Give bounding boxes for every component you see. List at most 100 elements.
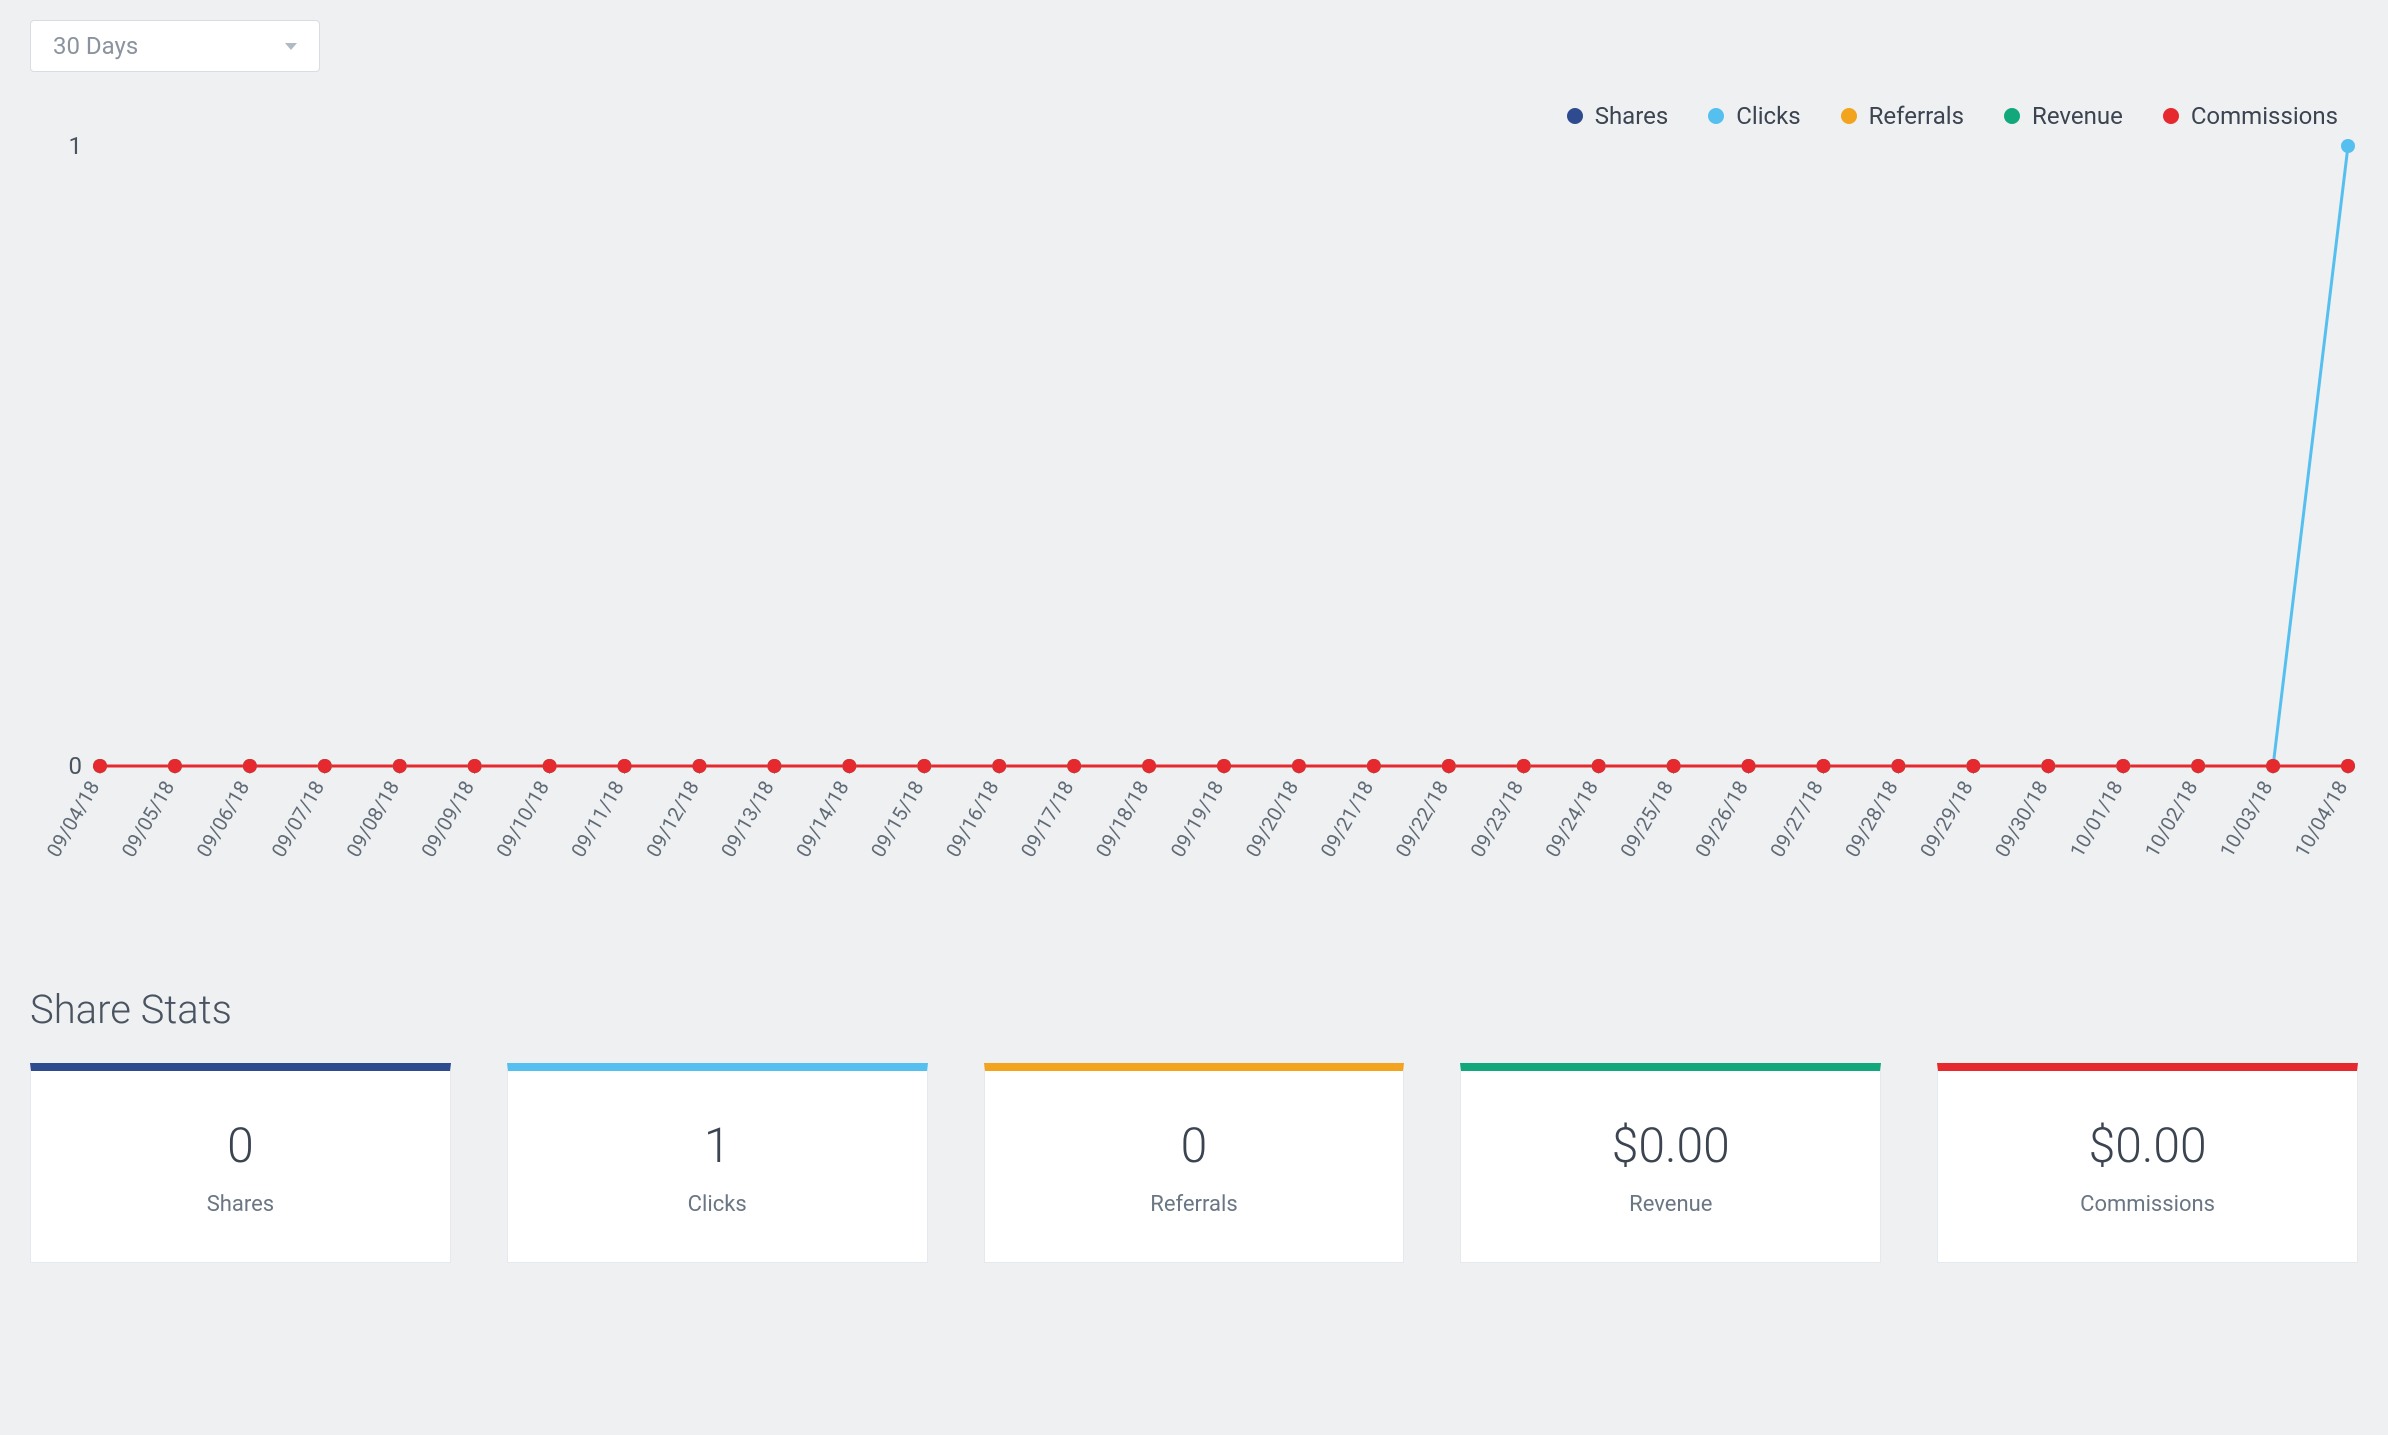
y-tick-label: 0	[69, 752, 83, 780]
series-line-clicks	[100, 146, 2348, 766]
stat-card-clicks: 1 Clicks	[507, 1063, 928, 1263]
x-tick-label: 09/06/18	[191, 777, 254, 862]
stat-cards-row: 0Shares1Clicks0Referrals$0.00Revenue$0.0…	[30, 1063, 2358, 1263]
stat-value: $0.00	[1612, 1117, 1730, 1174]
x-tick-label: 09/24/18	[1540, 777, 1603, 862]
chart-legend: Shares Clicks Referrals Revenue Commissions	[30, 102, 2358, 130]
x-tick-label: 10/04/18	[2290, 777, 2353, 862]
stat-label: Revenue	[1629, 1192, 1712, 1217]
stat-card-commissions: $0.00 Commissions	[1937, 1063, 2358, 1263]
x-tick-label: 09/11/18	[566, 777, 629, 862]
x-tick-label: 09/12/18	[641, 777, 704, 862]
legend-dot-icon	[2163, 108, 2179, 124]
series-point-commissions[interactable]	[842, 759, 856, 773]
series-point-commissions[interactable]	[1891, 759, 1905, 773]
series-point-commissions[interactable]	[1367, 759, 1381, 773]
x-tick-label: 09/28/18	[1840, 777, 1903, 862]
series-point-commissions[interactable]	[1816, 759, 1830, 773]
series-point-commissions[interactable]	[1966, 759, 1980, 773]
series-point-commissions[interactable]	[318, 759, 332, 773]
series-point-commissions[interactable]	[917, 759, 931, 773]
legend-label: Referrals	[1869, 102, 1964, 130]
series-point-commissions[interactable]	[1442, 759, 1456, 773]
series-point-commissions[interactable]	[243, 759, 257, 773]
stat-value: 0	[1181, 1117, 1208, 1174]
chart-container: SharesClicksReferralsRevenueCommissions …	[30, 102, 2358, 876]
series-point-commissions[interactable]	[2041, 759, 2055, 773]
x-tick-label: 09/17/18	[1016, 777, 1079, 862]
series-point-commissions[interactable]	[692, 759, 706, 773]
stat-value: 1	[704, 1117, 731, 1174]
x-tick-label: 09/25/18	[1615, 777, 1678, 862]
x-tick-label: 09/19/18	[1166, 777, 1229, 862]
series-point-commissions[interactable]	[2191, 759, 2205, 773]
stat-label: Commissions	[2080, 1192, 2215, 1217]
series-point-commissions[interactable]	[1142, 759, 1156, 773]
chevron-down-icon	[285, 43, 297, 50]
x-tick-label: 10/01/18	[2065, 777, 2128, 862]
series-point-commissions[interactable]	[1217, 759, 1231, 773]
dashboard-page: 30 Days Shares Clicks Referrals Revenue Comm…	[0, 0, 2388, 1303]
stat-value: 0	[227, 1117, 254, 1174]
stat-card-revenue: $0.00 Revenue	[1460, 1063, 1881, 1263]
series-point-commissions[interactable]	[168, 759, 182, 773]
legend-label: Shares	[1595, 102, 1669, 130]
x-tick-label: 09/15/18	[866, 777, 929, 862]
series-point-commissions[interactable]	[393, 759, 407, 773]
legend-item-commissions[interactable]: Commissions	[2163, 102, 2338, 130]
legend-dot-icon	[1708, 108, 1724, 124]
series-point-commissions[interactable]	[468, 759, 482, 773]
x-tick-label: 09/04/18	[42, 777, 105, 862]
stat-label: Clicks	[688, 1192, 747, 1217]
series-point-commissions[interactable]	[1592, 759, 1606, 773]
series-point-commissions[interactable]	[2116, 759, 2130, 773]
legend-item-referrals[interactable]: Referrals	[1841, 102, 1964, 130]
legend-dot-icon	[1567, 108, 1583, 124]
series-point-commissions[interactable]	[767, 759, 781, 773]
stat-value: $0.00	[2089, 1117, 2207, 1174]
legend-item-clicks[interactable]: Clicks	[1708, 102, 1800, 130]
series-point-commissions[interactable]	[992, 759, 1006, 773]
series-point-commissions[interactable]	[1292, 759, 1306, 773]
x-tick-label: 09/26/18	[1690, 777, 1753, 862]
legend-label: Clicks	[1736, 102, 1800, 130]
series-point-commissions[interactable]	[2266, 759, 2280, 773]
series-point-commissions[interactable]	[1742, 759, 1756, 773]
x-tick-label: 09/16/18	[941, 776, 1004, 861]
series-point-commissions[interactable]	[1517, 759, 1531, 773]
legend-label: Revenue	[2032, 102, 2123, 130]
x-tick-label: 09/30/18	[1990, 776, 2053, 861]
series-point-commissions[interactable]	[618, 759, 632, 773]
controls-row: 30 Days	[30, 20, 2358, 72]
legend-item-shares[interactable]: Shares	[1567, 102, 1669, 130]
stat-label: Referrals	[1150, 1192, 1237, 1217]
series-point-commissions[interactable]	[1067, 759, 1081, 773]
x-tick-label: 09/09/18	[416, 777, 479, 862]
y-tick-label: 1	[69, 136, 83, 160]
x-tick-label: 09/21/18	[1315, 777, 1378, 862]
x-tick-label: 09/20/18	[1241, 777, 1304, 862]
x-tick-label: 09/18/18	[1091, 777, 1154, 862]
x-tick-label: 09/10/18	[491, 777, 554, 862]
stat-card-referrals: 0 Referrals	[984, 1063, 1405, 1263]
x-tick-label: 10/02/18	[2140, 777, 2203, 862]
legend-label: Commissions	[2191, 102, 2338, 130]
series-point-commissions[interactable]	[93, 759, 107, 773]
series-point-commissions[interactable]	[1667, 759, 1681, 773]
x-tick-label: 09/07/18	[266, 777, 329, 862]
share-stats-heading: Share Stats	[30, 986, 2358, 1033]
series-point-clicks[interactable]	[2341, 139, 2355, 153]
line-chart: 0109/04/1809/05/1809/06/1809/07/1809/08/…	[30, 136, 2358, 876]
date-range-dropdown[interactable]: 30 Days	[30, 20, 320, 72]
series-point-commissions[interactable]	[543, 759, 557, 773]
x-tick-label: 09/23/18	[1465, 777, 1528, 862]
series-point-commissions[interactable]	[2341, 759, 2355, 773]
x-tick-label: 10/03/18	[2215, 777, 2278, 862]
stat-card-shares: 0Shares	[30, 1063, 451, 1263]
x-tick-label: 09/29/18	[1915, 777, 1978, 862]
x-tick-label: 09/14/18	[791, 777, 854, 862]
legend-item-revenue[interactable]: Revenue	[2004, 102, 2123, 130]
x-tick-label: 09/13/18	[716, 777, 779, 862]
legend-dot-icon	[1841, 108, 1857, 124]
date-range-selected: 30 Days	[53, 32, 138, 60]
